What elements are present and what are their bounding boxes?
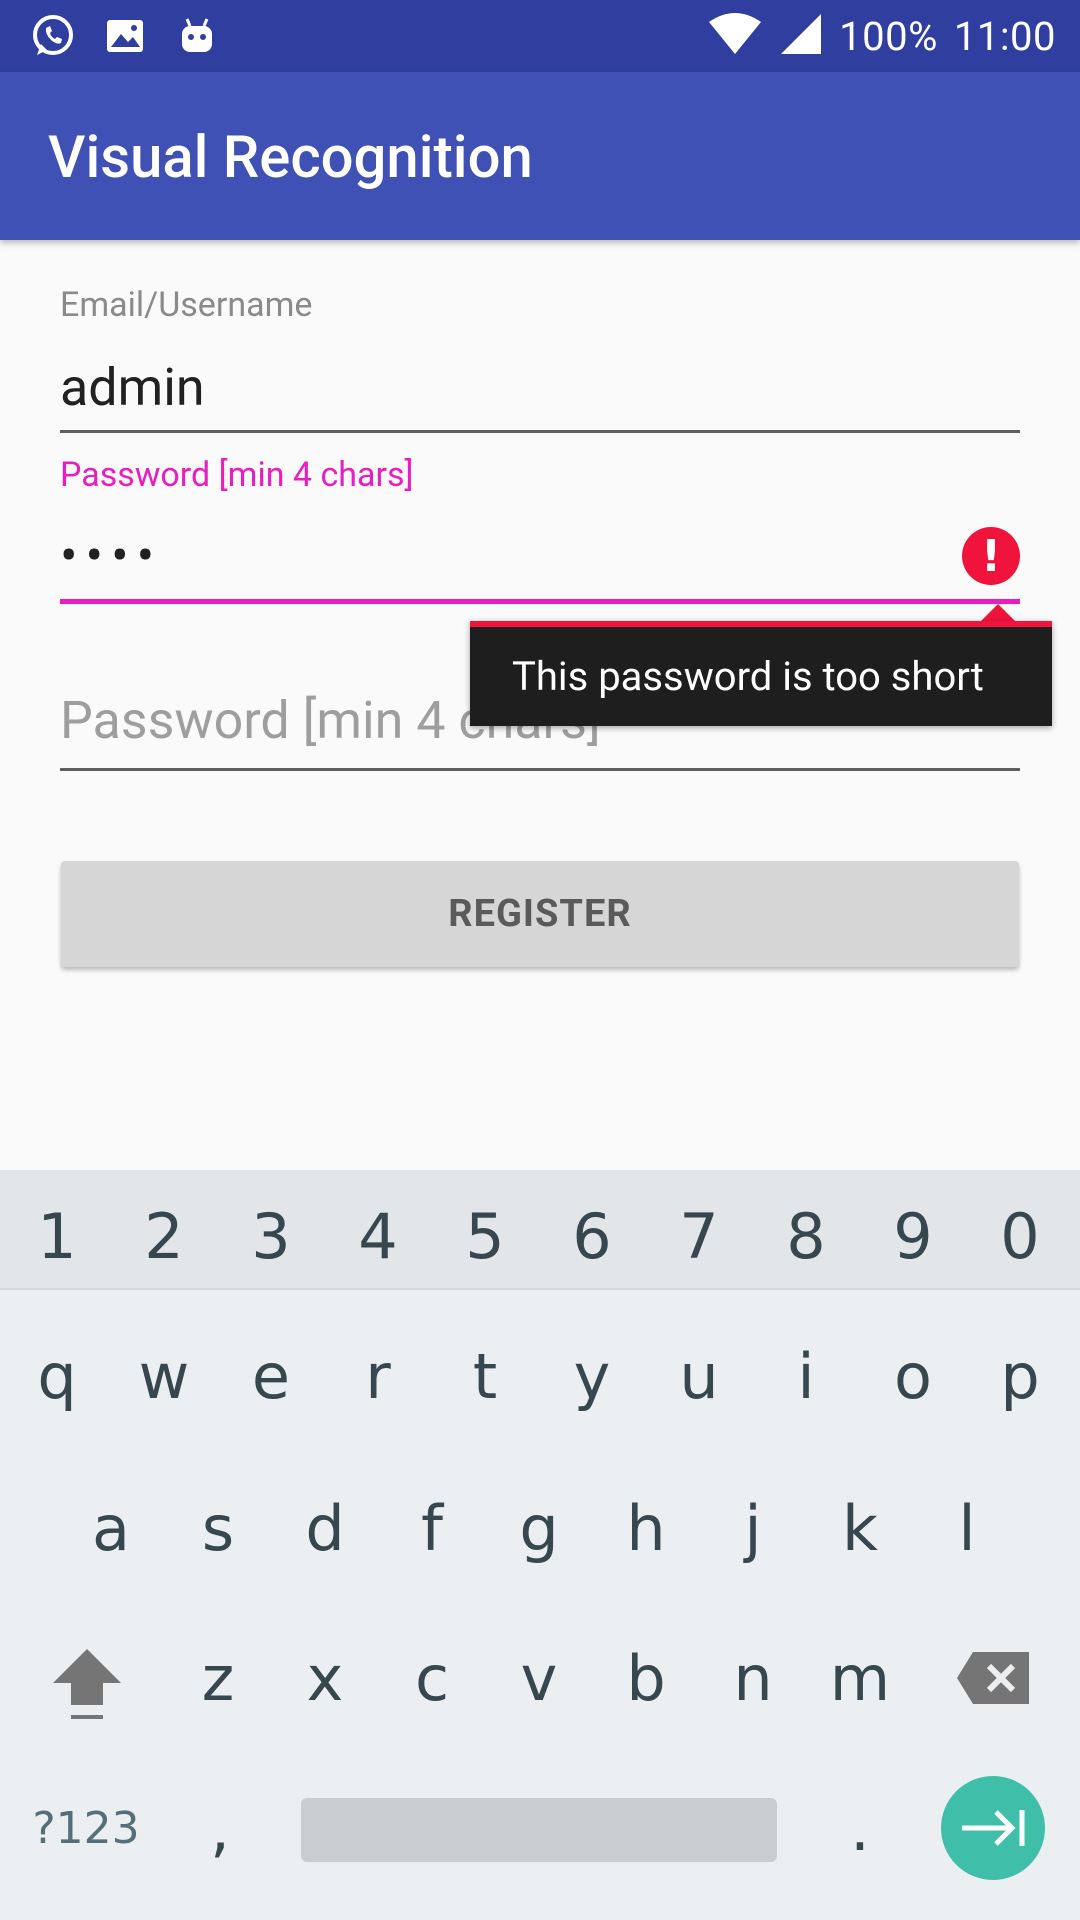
error-tooltip-text: This password is too short (512, 653, 984, 700)
email-field[interactable]: Email/Username admin (60, 285, 1020, 435)
password-field[interactable]: Password [min 4 chars] •••• ! (60, 455, 1020, 605)
wifi-icon (707, 12, 763, 60)
key-w[interactable]: w (121, 1340, 207, 1413)
key-p[interactable]: p (977, 1340, 1063, 1413)
key-i[interactable]: i (763, 1340, 849, 1413)
key-f[interactable]: f (389, 1492, 475, 1565)
shift-icon (53, 1649, 121, 1719)
key-a[interactable]: a (68, 1492, 154, 1565)
symbols-key[interactable]: ?123 (30, 1790, 142, 1866)
password-underline (60, 599, 1020, 604)
whatsapp-icon (28, 11, 78, 61)
backspace-key[interactable] (950, 1640, 1036, 1716)
android-icon (172, 11, 222, 61)
email-input[interactable]: admin (60, 357, 205, 418)
key-s[interactable]: s (175, 1492, 261, 1565)
app-title: Visual Recognition (48, 124, 533, 192)
shift-key[interactable] (42, 1640, 132, 1726)
clock: 11:00 (953, 12, 1056, 60)
email-label: Email/Username (60, 285, 313, 325)
key-l[interactable]: l (924, 1492, 1010, 1565)
key-m[interactable]: m (817, 1642, 903, 1715)
space-key[interactable] (301, 1798, 777, 1862)
key-r[interactable]: r (335, 1340, 421, 1413)
signal-icon (779, 12, 823, 60)
period-key[interactable]: . (820, 1790, 900, 1866)
key-n[interactable]: n (710, 1642, 796, 1715)
email-underline (60, 430, 1020, 433)
key-7[interactable]: 7 (656, 1200, 742, 1273)
error-icon: ! (962, 527, 1020, 585)
backspace-icon (957, 1652, 1029, 1704)
key-k[interactable]: k (817, 1492, 903, 1565)
key-u[interactable]: u (656, 1340, 742, 1413)
key-2[interactable]: 2 (121, 1200, 207, 1273)
tooltip-arrow (980, 604, 1016, 622)
key-t[interactable]: t (442, 1340, 528, 1413)
next-arrow-icon (962, 1810, 1025, 1846)
battery-level: 100% (839, 12, 938, 60)
key-6[interactable]: 6 (549, 1200, 635, 1273)
key-0[interactable]: 0 (977, 1200, 1063, 1273)
key-e[interactable]: e (228, 1340, 314, 1413)
key-1[interactable]: 1 (14, 1200, 100, 1273)
password-input[interactable]: •••• (60, 525, 162, 586)
key-3[interactable]: 3 (228, 1200, 314, 1273)
key-y[interactable]: y (549, 1340, 635, 1413)
key-j[interactable]: j (710, 1492, 796, 1565)
key-h[interactable]: h (603, 1492, 689, 1565)
key-v[interactable]: v (496, 1642, 582, 1715)
key-d[interactable]: d (282, 1492, 368, 1565)
register-button[interactable]: REGISTER (61, 861, 1019, 967)
key-5[interactable]: 5 (442, 1200, 528, 1273)
password-label: Password [min 4 chars] (60, 455, 414, 495)
error-tooltip: This password is too short (470, 621, 1052, 726)
key-c[interactable]: c (389, 1642, 475, 1715)
key-x[interactable]: x (282, 1642, 368, 1715)
key-b[interactable]: b (603, 1642, 689, 1715)
status-bar: 100% 11:00 (0, 0, 1080, 72)
key-q[interactable]: q (14, 1340, 100, 1413)
key-z[interactable]: z (175, 1642, 261, 1715)
register-button-label: REGISTER (448, 892, 632, 936)
comma-key[interactable]: , (180, 1790, 260, 1866)
key-8[interactable]: 8 (763, 1200, 849, 1273)
key-g[interactable]: g (496, 1492, 582, 1565)
key-o[interactable]: o (870, 1340, 956, 1413)
key-9[interactable]: 9 (870, 1200, 956, 1273)
image-icon (100, 11, 150, 61)
app-bar: Visual Recognition (0, 72, 1080, 240)
key-4[interactable]: 4 (335, 1200, 421, 1273)
next-key[interactable] (941, 1776, 1045, 1880)
confirm-password-underline (60, 768, 1020, 771)
